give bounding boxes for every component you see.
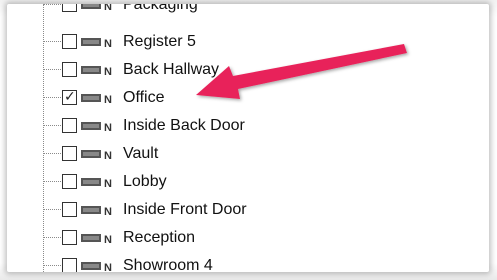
- item-label: Vault: [123, 145, 159, 162]
- svg-text:N: N: [104, 262, 112, 272]
- camera-device-icon: N: [81, 178, 112, 188]
- item-checkbox[interactable]: [62, 62, 77, 77]
- item-checkbox[interactable]: [62, 258, 77, 272]
- tree-item[interactable]: N Showroom 4: [7, 252, 489, 272]
- svg-text:N: N: [104, 94, 112, 104]
- camera-device-icon: N: [81, 38, 112, 48]
- item-label: Back Hallway: [123, 61, 220, 78]
- item-checkbox[interactable]: [62, 4, 77, 12]
- svg-text:N: N: [104, 122, 112, 132]
- tree-item[interactable]: N Register 5: [7, 28, 489, 56]
- svg-text:N: N: [104, 66, 112, 76]
- tree-branch-line: [44, 153, 61, 154]
- tree-branch-line: [44, 97, 61, 98]
- tree-item[interactable]: N Back Hallway: [7, 56, 489, 84]
- tree-branch-line: [44, 4, 61, 5]
- tree-branch-line: [44, 181, 61, 182]
- tree-branch-line: [44, 237, 61, 238]
- tree-item[interactable]: N Inside Back Door: [7, 112, 489, 140]
- item-checkbox[interactable]: [62, 146, 77, 161]
- tree-branch-line: [44, 41, 61, 42]
- camera-tree-panel: N Packaging N Register 5 N Back Hallway …: [7, 4, 489, 272]
- tree-item[interactable]: N Reception: [7, 224, 489, 252]
- item-label: Packaging: [123, 4, 198, 13]
- check-icon: ✓: [64, 88, 76, 104]
- camera-device-icon: N: [81, 66, 112, 76]
- svg-text:N: N: [104, 150, 112, 160]
- item-checkbox-checked[interactable]: ✓: [62, 88, 77, 105]
- camera-device-icon: N: [81, 94, 112, 104]
- tree-item[interactable]: N Vault: [7, 140, 489, 168]
- svg-text:N: N: [104, 234, 112, 244]
- camera-device-icon: N: [81, 122, 112, 132]
- item-checkbox[interactable]: [62, 230, 77, 245]
- tree-item-selected[interactable]: ✓ N Office: [7, 84, 489, 112]
- item-label: Inside Front Door: [123, 201, 247, 218]
- camera-device-icon: N: [81, 150, 112, 160]
- item-label: Lobby: [123, 173, 167, 190]
- item-checkbox[interactable]: [62, 202, 77, 217]
- item-checkbox[interactable]: [62, 34, 77, 49]
- screenshot-frame: N Packaging N Register 5 N Back Hallway …: [0, 0, 497, 280]
- svg-text:N: N: [104, 206, 112, 216]
- tree-item[interactable]: N Lobby: [7, 168, 489, 196]
- item-label: Office: [123, 89, 165, 106]
- tree-item[interactable]: N Packaging: [7, 4, 489, 19]
- tree-item[interactable]: N Inside Front Door: [7, 196, 489, 224]
- tree-branch-line: [44, 265, 61, 266]
- camera-device-icon: N: [81, 234, 112, 244]
- item-checkbox[interactable]: [62, 118, 77, 133]
- camera-device-icon: N: [81, 4, 112, 11]
- tree-branch-line: [44, 209, 61, 210]
- svg-text:N: N: [104, 38, 112, 48]
- camera-device-icon: N: [81, 206, 112, 216]
- svg-text:N: N: [104, 178, 112, 188]
- item-label: Inside Back Door: [123, 117, 245, 134]
- item-checkbox[interactable]: [62, 174, 77, 189]
- item-label: Register 5: [123, 33, 196, 50]
- camera-device-icon: N: [81, 262, 112, 272]
- tree-branch-line: [44, 125, 61, 126]
- item-label: Showroom 4: [123, 257, 213, 272]
- svg-text:N: N: [104, 4, 112, 11]
- camera-tree: N Packaging N Register 5 N Back Hallway …: [7, 4, 489, 272]
- tree-branch-line: [44, 69, 61, 70]
- item-label: Reception: [123, 229, 196, 246]
